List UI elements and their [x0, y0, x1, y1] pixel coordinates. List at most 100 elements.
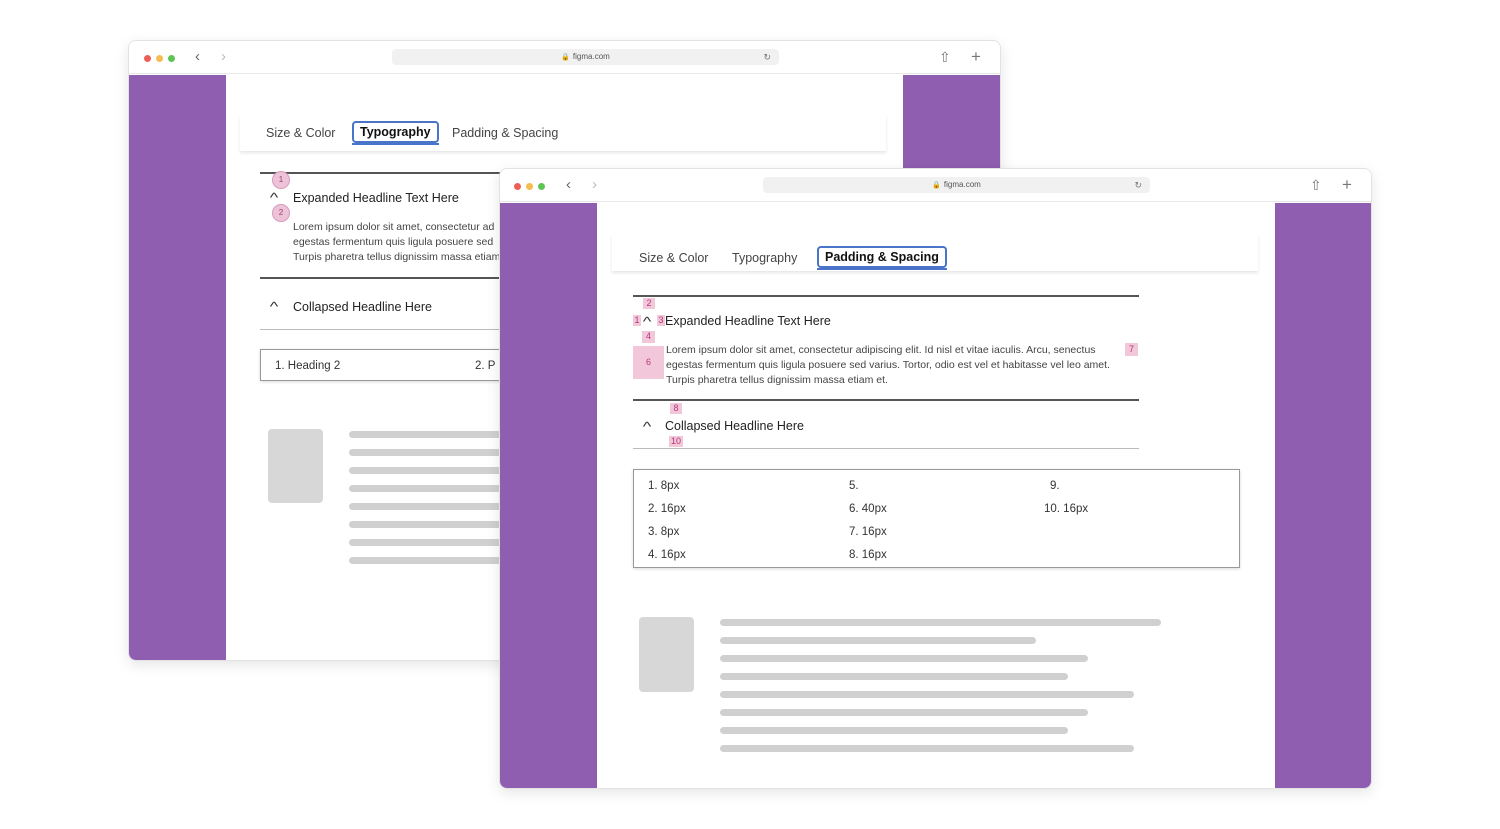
legend-item: 1. 8px [648, 480, 680, 492]
legend-item: 2. 16px [648, 503, 686, 515]
text-placeholder-line [720, 673, 1068, 680]
address-bar[interactable]: 🔒 figma.com ↻ [392, 49, 779, 65]
accordion-bottom-divider [260, 329, 510, 330]
back-arrow-icon[interactable]: ‹ [566, 177, 571, 193]
text-placeholder-line [720, 709, 1088, 716]
annotation-marker: 10 [669, 436, 683, 447]
browser-toolbar: ‹ › 🔒 figma.com ↻ ⇧ + [500, 169, 1371, 202]
text-placeholder-line [720, 745, 1134, 752]
tab-size-color[interactable]: Size & Color [266, 124, 335, 142]
text-placeholder-line [349, 467, 509, 474]
chevron-up-icon[interactable]: ^ [270, 191, 279, 205]
collapsed-headline[interactable]: Collapsed Headline Here [293, 299, 432, 315]
body-line: Turpis pharetra tellus dignissim massa e… [666, 374, 888, 386]
text-placeholder-line [720, 619, 1161, 626]
tab-size-color[interactable]: Size & Color [639, 249, 708, 267]
maximize-window-dot[interactable] [168, 55, 175, 62]
annotation-marker: 7 [1125, 343, 1138, 356]
text-placeholder-line [349, 539, 509, 546]
minimize-window-dot[interactable] [526, 183, 533, 190]
annotation-marker: 3 [657, 315, 665, 326]
annotation-marker: 8 [670, 403, 682, 414]
close-window-dot[interactable] [144, 55, 151, 62]
image-placeholder [639, 617, 694, 692]
spacing-legend-box: 1. 8px 2. 16px 3. 8px 4. 16px 5. 6. 40px… [633, 469, 1240, 568]
accordion-body-text: Lorem ipsum dolor sit amet, consectetur … [293, 220, 503, 265]
legend-item: 3. 8px [648, 526, 680, 538]
share-icon[interactable]: ⇧ [939, 48, 951, 66]
legend-item: 8. 16px [849, 549, 887, 561]
tab-bar: Size & Color Typography Padding & Spacin… [240, 115, 886, 151]
annotation-marker: 4 [642, 331, 655, 343]
tab-typography[interactable]: Typography [352, 121, 439, 145]
tab-padding-spacing[interactable]: Padding & Spacing [452, 124, 558, 142]
body-line: Lorem ipsum dolor sit amet, consectetur … [293, 221, 495, 233]
text-placeholder-line [349, 431, 509, 438]
body-line: egestas fermentum quis ligula posuere se… [666, 359, 1110, 371]
text-placeholder-line [349, 557, 509, 564]
legend-item: 5. [849, 480, 859, 492]
tab-bar: Size & Color Typography Padding & Spacin… [612, 235, 1258, 271]
annotation-marker: 6 [633, 346, 664, 379]
forward-arrow-icon[interactable]: › [221, 49, 226, 65]
legend-item: 7. 16px [849, 526, 887, 538]
chevron-up-icon[interactable]: ^ [643, 420, 652, 434]
legend-item: 1. Heading 2 [275, 360, 341, 372]
left-sidebar [129, 75, 226, 660]
text-placeholder-line [720, 727, 1068, 734]
reload-icon[interactable]: ↻ [1134, 177, 1142, 193]
tab-typography[interactable]: Typography [732, 249, 797, 267]
annotation-marker: 1 [633, 315, 641, 326]
lock-icon: 🔒 [932, 182, 941, 189]
text-placeholder-line [720, 691, 1134, 698]
new-tab-icon[interactable]: + [971, 48, 981, 66]
accordion-bottom-divider [633, 448, 1139, 449]
legend-item: 10. 16px [1044, 503, 1089, 515]
text-placeholder-line [349, 485, 509, 492]
annotation-marker: 2 [272, 204, 290, 222]
accordion-divider [260, 277, 510, 279]
expanded-headline[interactable]: Expanded Headline Text Here [665, 313, 831, 329]
legend-item: 4. 16px [648, 549, 686, 561]
chevron-up-icon[interactable]: ^ [643, 315, 652, 329]
body-line: egestas fermentum quis ligula posuere se… [293, 236, 494, 248]
tab-padding-spacing[interactable]: Padding & Spacing [817, 246, 947, 270]
lock-icon: 🔒 [561, 54, 570, 61]
close-window-dot[interactable] [514, 183, 521, 190]
maximize-window-dot[interactable] [538, 183, 545, 190]
forward-arrow-icon[interactable]: › [592, 177, 597, 193]
text-placeholder-line [349, 449, 509, 456]
accordion-body-text: Lorem ipsum dolor sit amet, consectetur … [666, 343, 1126, 388]
url-text: figma.com [943, 180, 981, 189]
share-icon[interactable]: ⇧ [1310, 176, 1322, 194]
annotation-marker: 2 [643, 298, 655, 309]
left-sidebar [500, 203, 597, 788]
legend-item: 2. P [475, 360, 496, 372]
body-line: Lorem ipsum dolor sit amet, consectetur … [666, 344, 1096, 356]
right-sidebar [1275, 203, 1371, 788]
annotation-marker: 1 [272, 171, 290, 189]
collapsed-headline[interactable]: Collapsed Headline Here [665, 418, 804, 434]
back-arrow-icon[interactable]: ‹ [195, 49, 200, 65]
new-tab-icon[interactable]: + [1342, 176, 1352, 194]
chevron-up-icon[interactable]: ^ [270, 300, 279, 314]
spec-legend-box: 1. Heading 2 2. P [260, 349, 520, 381]
expanded-headline[interactable]: Expanded Headline Text Here [293, 190, 459, 206]
front-browser-window: ‹ › 🔒 figma.com ↻ ⇧ + Size & Color Typogr… [499, 168, 1372, 789]
minimize-window-dot[interactable] [156, 55, 163, 62]
text-placeholder-line [349, 503, 509, 510]
accordion-top-divider [633, 295, 1139, 297]
text-placeholder-line [720, 655, 1088, 662]
text-placeholder-line [720, 637, 1036, 644]
legend-item: 9. [1050, 480, 1060, 492]
address-bar[interactable]: 🔒 figma.com ↻ [763, 177, 1150, 193]
text-placeholder-line [349, 521, 509, 528]
body-line: Turpis pharetra tellus dignissim massa e… [293, 251, 501, 263]
legend-item: 6. 40px [849, 503, 887, 515]
accordion-divider [633, 399, 1139, 401]
image-placeholder [268, 429, 323, 503]
reload-icon[interactable]: ↻ [763, 49, 771, 65]
url-text: figma.com [572, 52, 610, 61]
browser-toolbar: ‹ › 🔒 figma.com ↻ ⇧ + [129, 41, 1000, 74]
accordion-top-divider [260, 172, 510, 174]
